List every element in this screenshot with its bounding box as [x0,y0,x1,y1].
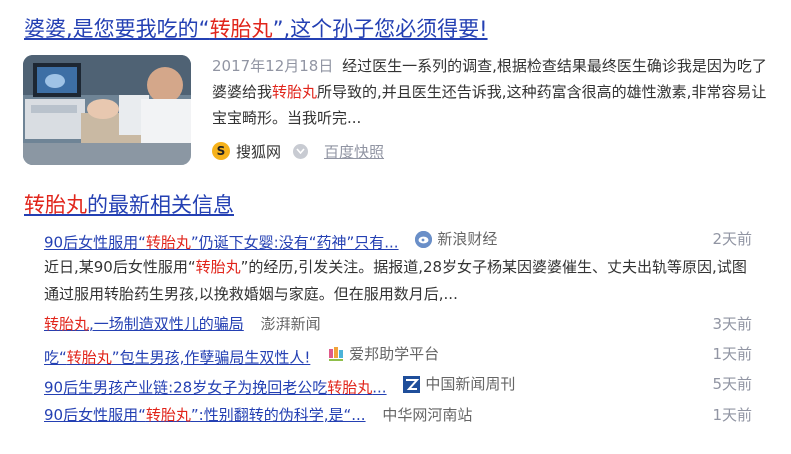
news-source-name: 爱邦助学平台 [349,345,440,363]
chevron-down-icon[interactable] [293,143,309,159]
sohu-logo-icon: S [212,142,230,160]
news-title-link[interactable]: 90后女性服用“转胎丸”:性别翻转的伪科学,是“... [44,406,366,424]
news-time: 3天前 [712,315,752,333]
news-title-prefix: 90后女性服用“ [44,233,146,252]
ultrasound-photo [23,55,191,165]
source-name[interactable]: 搜狐网 [236,141,281,162]
news-source: 新浪财经 [415,226,497,252]
news-title-highlight: 转胎丸 [145,233,191,252]
news-row: 90后女性服用“转胎丸”:性别翻转的伪科学,是“... 中华网河南站 1天前 [44,402,752,428]
news-source-name: 中国新闻周刊 [425,375,516,393]
news-title-suffix: ... [372,378,387,397]
news-title-link[interactable]: 转胎丸,一场制造双性儿的骗局 [44,315,244,333]
title-suffix: ”,这个孙子您必须得要! [272,17,488,41]
title-prefix: 婆婆,是您要我吃的“ [24,17,210,41]
news-time: 2天前 [712,230,752,248]
news-title-highlight: 转胎丸 [327,378,373,397]
news-source: 澎湃新闻 [261,311,321,337]
news-title-suffix: ”仍诞下女婴:没有“药神”只有... [190,233,399,252]
news-title-link[interactable]: 90后生男孩产业链:28岁女子为挽回老公吃转胎丸... [44,379,387,397]
news-time: 1天前 [712,345,752,363]
news-row: 90后生男孩产业链:28岁女子为挽回老公吃转胎丸... 中国新闻周刊 5天前 [44,371,752,397]
news-title-link[interactable]: 90后女性服用“转胎丸”仍诞下女婴:没有“药神”只有... [44,234,399,252]
news-source: 中华网河南站 [382,402,472,428]
result-title-link[interactable]: 婆婆,是您要我吃的“转胎丸”,这个孙子您必须得要! [24,14,784,44]
news-row: 吃“转胎丸”包生男孩,作孽骗局生双性人! 爱邦助学平台 1天前 [44,341,752,367]
section-title-highlight: 转胎丸 [24,193,87,217]
aibang-icon [327,346,344,363]
news-source-name: 新浪财经 [437,230,498,248]
news-title-prefix: 吃“ [44,348,67,367]
sina-finance-icon [415,230,433,248]
news-source-name: 中华网河南站 [382,406,473,424]
result-source-line: S 搜狐网 百度快照 [212,140,384,162]
news-title-suffix: ”:性别翻转的伪科学,是“... [190,406,366,424]
cache-link[interactable]: 百度快照 [324,141,384,162]
news-abstract: 近日,某90后女性服用“转胎丸”的经历,引发关注。据报道,28岁女子杨某因婆婆催… [44,254,756,308]
result-thumbnail[interactable] [23,55,191,165]
news-row: 转胎丸,一场制造双性儿的骗局 澎湃新闻 3天前 [44,311,752,337]
news-title-prefix: 90后女性服用“ [44,406,146,424]
result-date: 2017年12月18日 [212,57,334,75]
news-title-link[interactable]: 吃“转胎丸”包生男孩,作孽骗局生双性人! [44,349,310,367]
news-abstract-text-1: 近日,某90后女性服用“ [44,258,196,276]
section-title-rest: 的最新相关信息 [87,193,234,217]
news-title-prefix: 90后生男孩产业链:28岁女子为挽回老公吃 [44,378,328,397]
news-source: 中国新闻周刊 [403,371,515,397]
section-title-link[interactable]: 转胎丸的最新相关信息 [24,190,234,220]
news-source: 爱邦助学平台 [327,341,439,367]
news-time: 5天前 [712,375,752,393]
news-abstract-highlight: 转胎丸 [195,258,241,276]
news-source-name: 澎湃新闻 [260,315,321,333]
news-title-suffix: ”包生男孩,作孽骗局生双性人! [111,348,311,367]
news-title-suffix: ,一场制造双性儿的骗局 [89,315,244,333]
news-title-highlight: 转胎丸 [66,348,112,367]
title-highlight: 转胎丸 [209,17,273,41]
china-news-weekly-icon [403,375,421,393]
news-row: 90后女性服用“转胎丸”仍诞下女婴:没有“药神”只有... 新浪财经 2天前 [44,226,752,252]
news-title-highlight: 转胎丸 [145,406,191,424]
news-time: 1天前 [712,406,752,424]
result-abstract: 2017年12月18日 经过医生一系列的调查,根据检查结果最终医生确诊我是因为吃… [212,53,768,131]
abstract-highlight: 转胎丸 [272,83,318,101]
news-title-highlight: 转胎丸 [44,315,90,333]
